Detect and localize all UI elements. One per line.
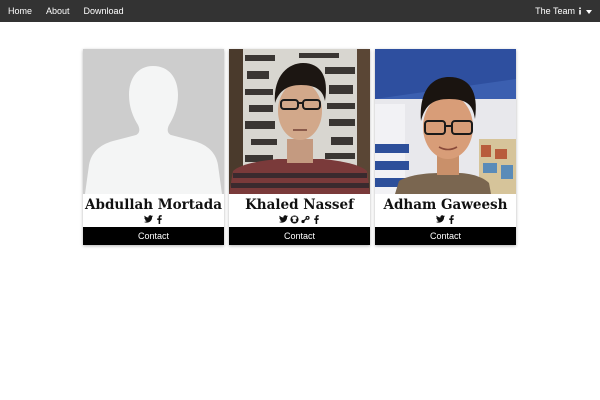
- contact-button[interactable]: Contact: [83, 227, 224, 245]
- team-card-adham-gaweesh: Adham Gaweesh Contact: [375, 49, 516, 245]
- nav-link-download[interactable]: Download: [84, 0, 124, 22]
- top-navbar: Home About Download The Team: [0, 0, 600, 22]
- twitter-icon[interactable]: [435, 215, 445, 224]
- nav-links: Home About Download: [8, 0, 138, 22]
- member-photo: [375, 49, 516, 194]
- chevron-down-icon: [586, 9, 592, 14]
- facebook-icon[interactable]: [155, 214, 164, 224]
- team-dropdown-label: The Team: [535, 6, 575, 16]
- social-links: [229, 213, 370, 225]
- nav-link-about[interactable]: About: [46, 0, 70, 22]
- member-name: Khaled Nassef: [245, 197, 354, 213]
- facebook-icon[interactable]: [447, 214, 456, 224]
- steam-icon[interactable]: [300, 215, 310, 224]
- contact-button[interactable]: Contact: [229, 227, 370, 245]
- social-links: [375, 213, 516, 225]
- member-photo: [229, 49, 370, 194]
- twitter-icon[interactable]: [143, 215, 153, 224]
- team-card-khaled-nassef: Khaled Nassef Contact: [229, 49, 370, 245]
- twitter-icon[interactable]: [278, 215, 288, 224]
- member-name: Adham Gaweesh: [383, 197, 508, 213]
- facebook-icon[interactable]: [312, 214, 321, 224]
- github-icon[interactable]: [289, 214, 299, 224]
- contact-button[interactable]: Contact: [375, 227, 516, 245]
- info-icon: [579, 7, 581, 15]
- social-links: [83, 213, 224, 225]
- team-cards: Abdullah Mortada Contact Khaled Nassef C…: [83, 49, 516, 245]
- nav-link-home[interactable]: Home: [8, 0, 32, 22]
- member-photo-placeholder: [83, 49, 224, 194]
- member-name: Abdullah Mortada: [85, 197, 222, 213]
- team-dropdown[interactable]: The Team: [535, 6, 592, 16]
- team-card-abdullah-mortada: Abdullah Mortada Contact: [83, 49, 224, 245]
